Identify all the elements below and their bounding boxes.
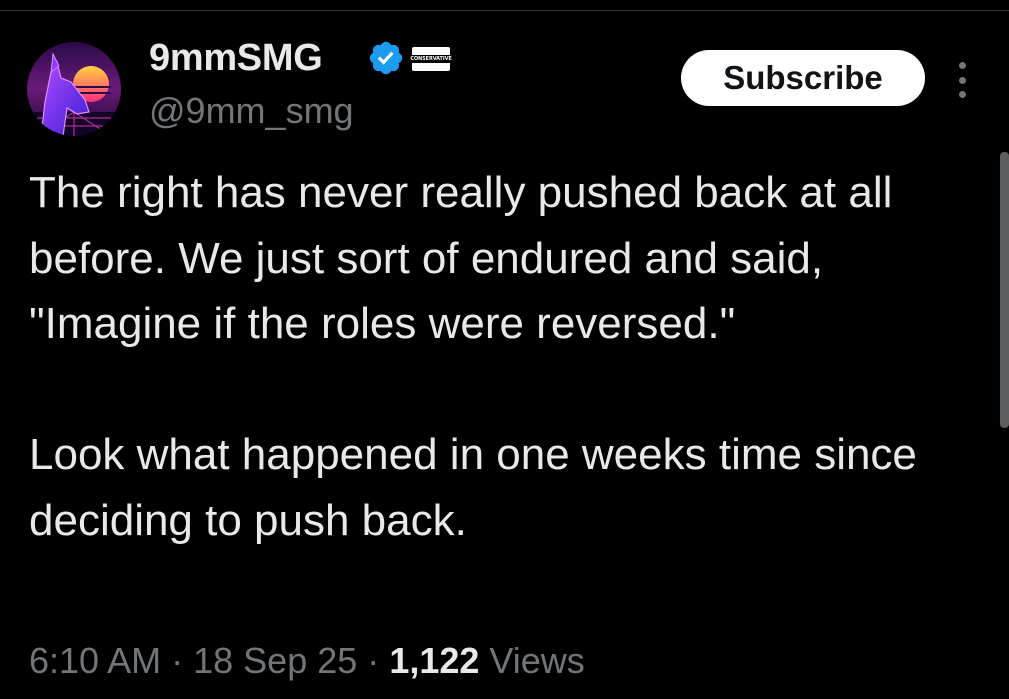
meta-separator: · <box>367 640 380 681</box>
more-vertical-icon[interactable] <box>950 62 974 98</box>
tweet-date[interactable]: 18 Sep 25 <box>193 640 357 681</box>
affiliate-badge-text: CONSERVATIVE <box>408 55 454 63</box>
tweet-text: The right has never really pushed back a… <box>29 160 989 553</box>
tweet-meta: 6:10 AM · 18 Sep 25 · 1,122 Views <box>29 638 585 684</box>
affiliate-badge[interactable]: CONSERVATIVE <box>408 47 454 71</box>
tweet: 9mmSMG CONSERVATIVE @9mm_smg Subscribe T… <box>0 0 1009 699</box>
tweet-time[interactable]: 6:10 AM <box>29 640 161 681</box>
scrollbar[interactable] <box>1000 152 1009 428</box>
avatar-image <box>27 42 121 136</box>
tweet-paragraph: Look what happened in one weeks time sin… <box>29 430 917 545</box>
handle[interactable]: @9mm_smg <box>149 90 354 132</box>
views-label: Views <box>489 640 585 681</box>
display-name[interactable]: 9mmSMG <box>149 36 323 80</box>
views-count: 1,122 <box>389 640 480 681</box>
subscribe-button[interactable]: Subscribe <box>681 50 925 106</box>
avatar[interactable] <box>27 42 121 136</box>
tweet-paragraph: The right has never really pushed back a… <box>29 168 893 348</box>
verified-badge-icon[interactable] <box>367 39 405 77</box>
meta-separator: · <box>171 640 184 681</box>
